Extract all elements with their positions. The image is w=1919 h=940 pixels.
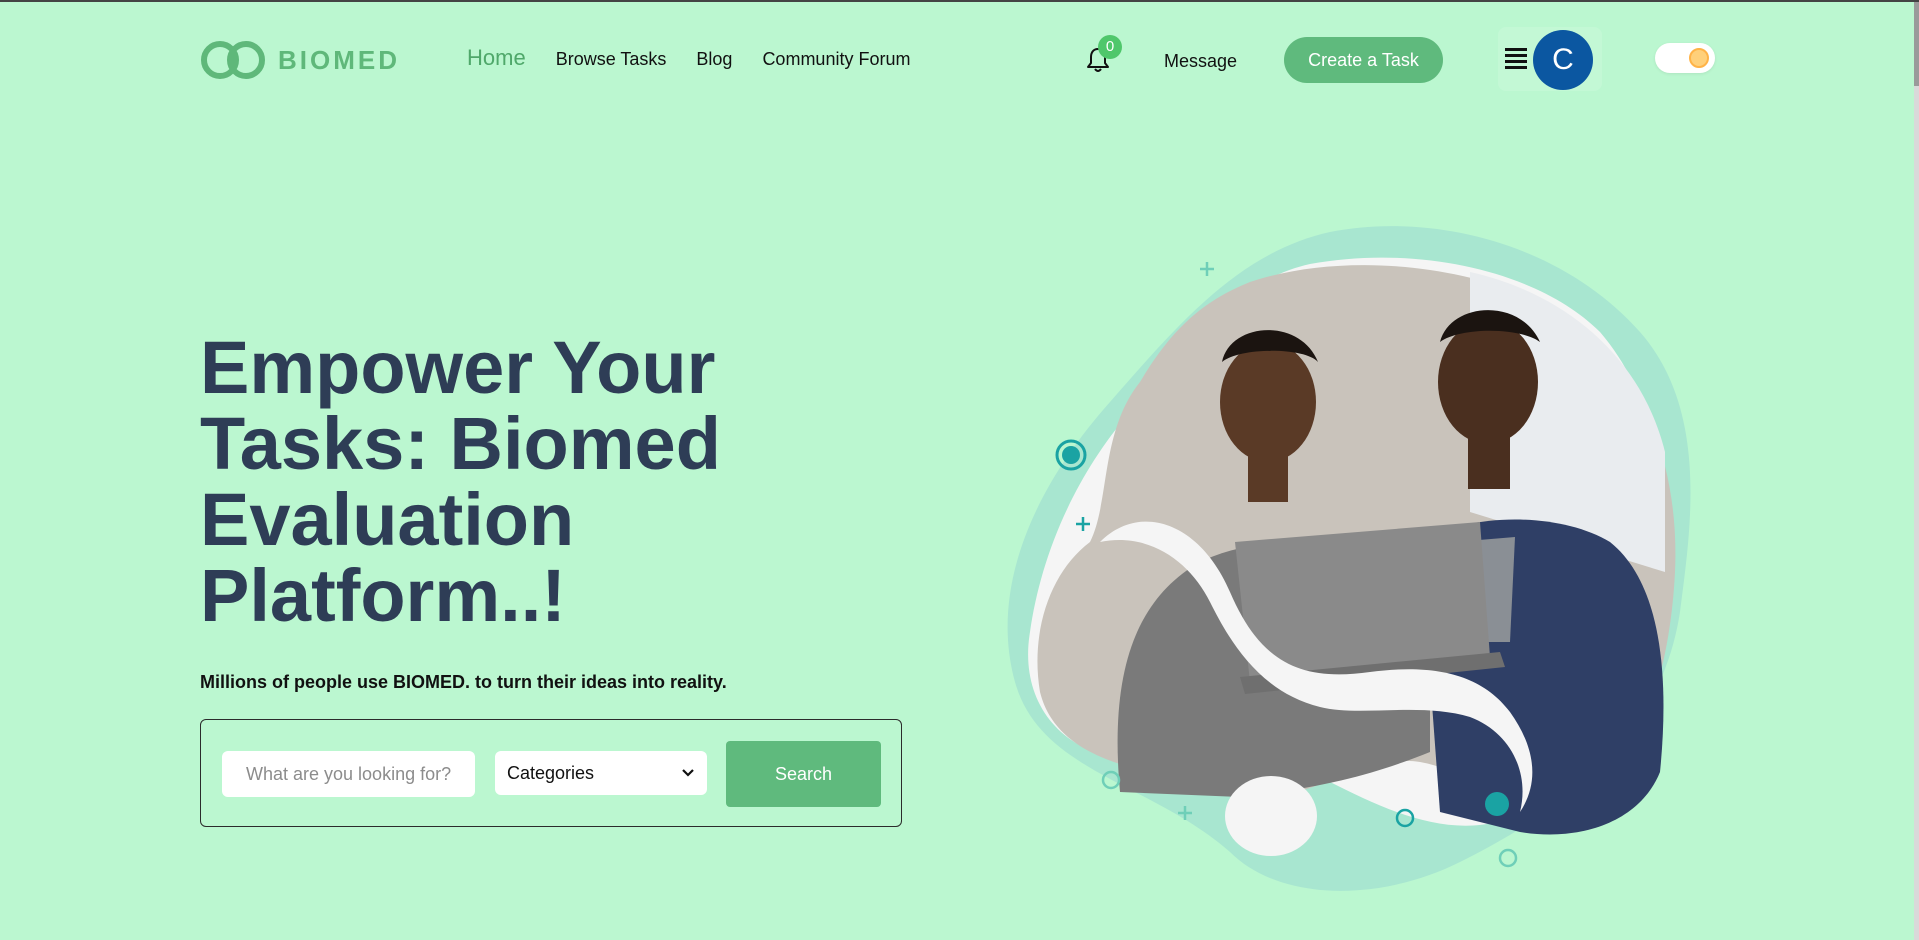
category-select[interactable]: Categories xyxy=(495,751,707,795)
nav-blog[interactable]: Blog xyxy=(696,47,732,71)
sun-toggle-icon xyxy=(1689,48,1709,68)
decor-ring xyxy=(1498,848,1518,868)
chevron-down-icon xyxy=(682,769,694,777)
create-task-button[interactable]: Create a Task xyxy=(1284,37,1443,83)
decor-white-oval xyxy=(1225,776,1317,856)
logo-rings-icon xyxy=(201,41,265,79)
message-link[interactable]: Message xyxy=(1164,49,1237,73)
decor-plus xyxy=(1200,262,1214,276)
hamburger-icon[interactable] xyxy=(1505,48,1527,70)
nav-home[interactable]: Home xyxy=(467,46,526,70)
hero-title: Empower Your Tasks: Biomed Evaluation Pl… xyxy=(200,326,721,637)
main-nav: Home Browse Tasks Blog Community Forum xyxy=(467,46,910,71)
page-scrollbar[interactable] xyxy=(1914,2,1919,940)
theme-toggle[interactable] xyxy=(1655,43,1715,73)
notification-badge: 0 xyxy=(1098,35,1122,59)
site-header: BIOMED Home Browse Tasks Blog Community … xyxy=(0,2,1914,116)
search-button[interactable]: Search xyxy=(726,741,881,807)
nav-browse-tasks[interactable]: Browse Tasks xyxy=(556,47,667,71)
user-avatar[interactable]: C xyxy=(1533,30,1593,90)
decor-dot xyxy=(1485,792,1509,816)
scrollbar-thumb[interactable] xyxy=(1914,2,1919,86)
brand-name: BIOMED xyxy=(278,45,400,75)
hero-illustration xyxy=(1007,226,1691,891)
brand-logo[interactable]: BIOMED xyxy=(200,40,400,80)
search-input[interactable] xyxy=(222,751,475,797)
hero-subtitle: Millions of people use BIOMED. to turn t… xyxy=(200,672,727,692)
category-selected-label: Categories xyxy=(507,762,595,783)
nav-community-forum[interactable]: Community Forum xyxy=(762,47,910,71)
search-form: Categories Search xyxy=(200,719,902,827)
